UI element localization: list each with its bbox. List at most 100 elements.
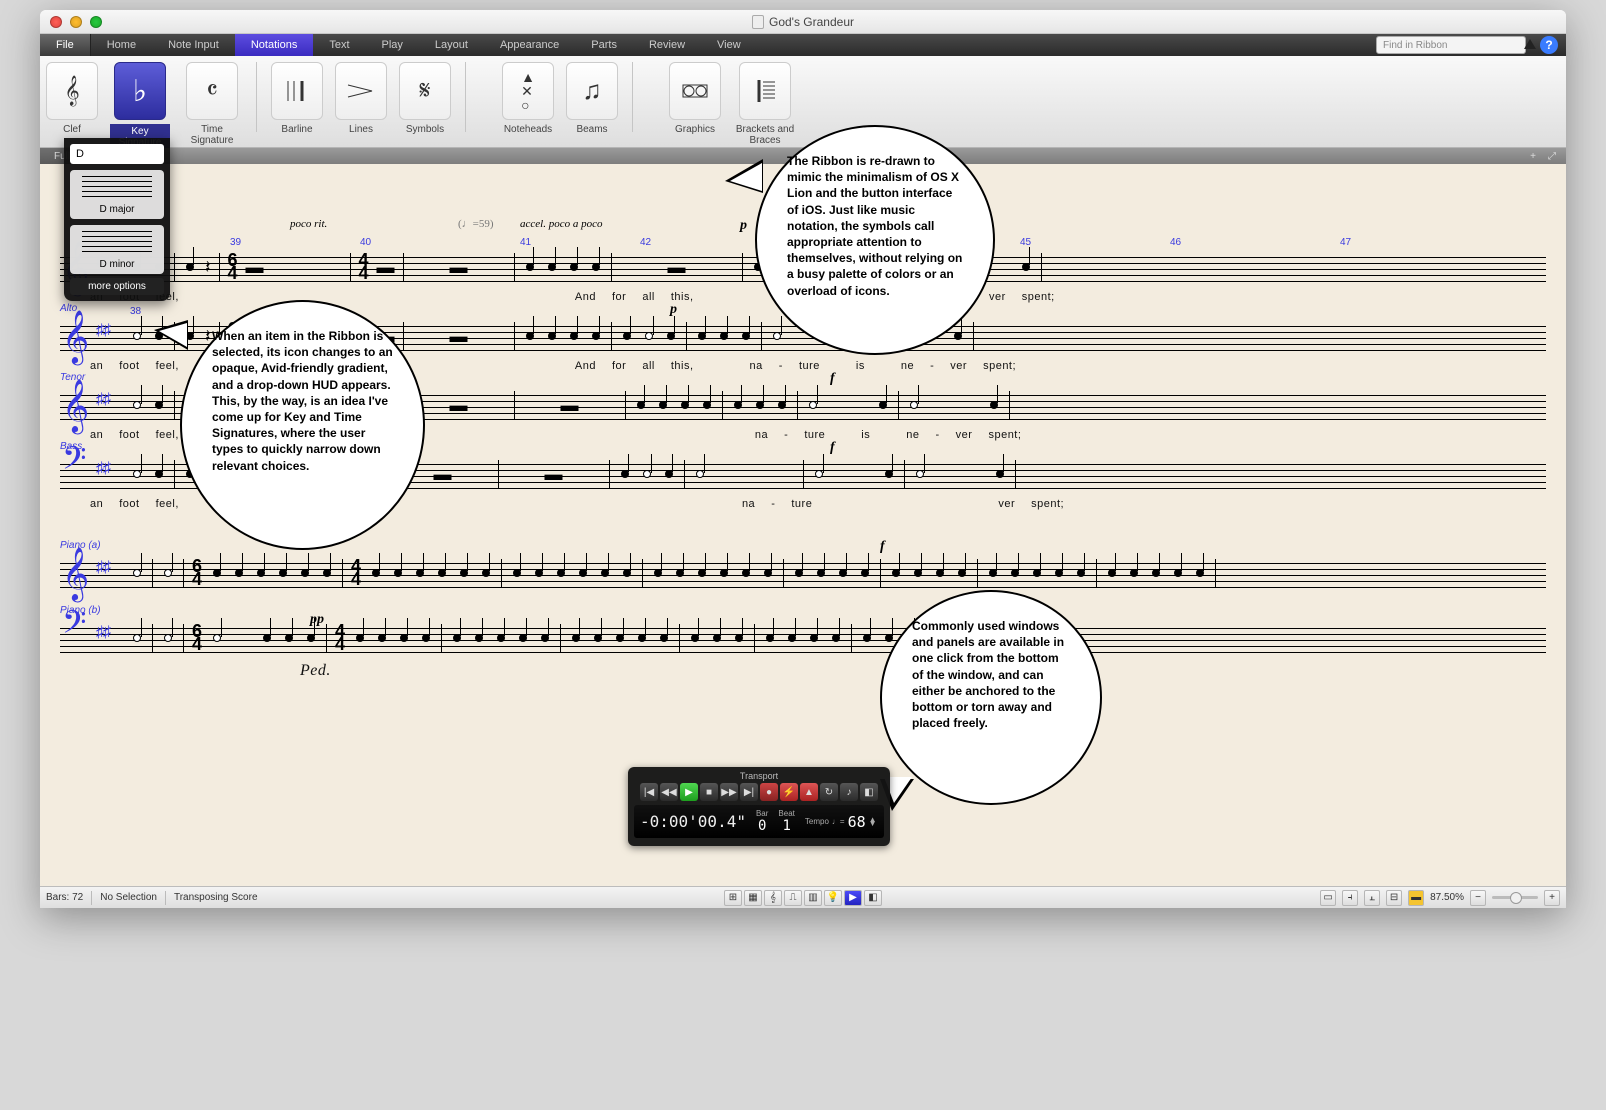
brackets-group: Brackets and Braces	[727, 62, 803, 146]
close-button[interactable]	[50, 16, 62, 28]
separator	[256, 62, 257, 132]
separator	[632, 62, 633, 132]
document-icon	[752, 15, 764, 29]
ribbon-tabs: File Home Note Input Notations Text Play…	[40, 34, 1566, 56]
treble-clef-icon: 𝄞	[62, 314, 89, 360]
expression-poco-rit: poco rit.	[290, 218, 327, 230]
symbols-button[interactable]: 𝄋	[399, 62, 451, 120]
staff-piano-a-treble[interactable]: 𝄞♯♯ f 64 44	[60, 553, 1546, 593]
key-option-d-major[interactable]: D major	[70, 170, 164, 219]
beams-button[interactable]: ♫	[566, 62, 618, 120]
tempo-stepper[interactable]: ▲▼	[869, 818, 877, 826]
tab-view[interactable]: View	[701, 34, 757, 56]
options-button[interactable]: ◧	[860, 783, 878, 801]
tab-home[interactable]: Home	[91, 34, 152, 56]
annotation-bubble-hud: When an item in the Ribbon is selected, …	[180, 300, 425, 550]
navigator-panel-button[interactable]: ▦	[744, 890, 762, 906]
minimize-button[interactable]	[70, 16, 82, 28]
view-single-button[interactable]: ▭	[1320, 890, 1336, 906]
status-transposing: Transposing Score	[174, 892, 258, 903]
symbols-group: 𝄋 Symbols	[393, 62, 457, 135]
status-bar: Bars: 72 No Selection Transposing Score …	[40, 886, 1566, 908]
panel-buttons: ⊞ ▦ 𝄞 ⎍ ▥ 💡 ▶ ◧	[724, 890, 882, 906]
fretboard-panel-button[interactable]: 𝄞	[764, 890, 782, 906]
clef-button[interactable]: 𝄞	[46, 62, 98, 120]
more-options-button[interactable]: more options	[70, 278, 164, 295]
view-panorama-button[interactable]: ⊟	[1386, 890, 1402, 906]
barline-icon	[284, 78, 310, 104]
view-focus-button[interactable]: ▬	[1408, 890, 1424, 906]
collapse-ribbon-icon[interactable]	[1524, 39, 1536, 49]
tab-review[interactable]: Review	[633, 34, 701, 56]
status-bars: Bars: 72	[46, 892, 83, 903]
lines-button[interactable]	[335, 62, 387, 120]
cut-time-icon: 𝄴	[206, 76, 218, 107]
staff-piano-b-bass[interactable]: 𝄢♯♯ 64 44	[60, 618, 1546, 658]
bass-clef-icon: 𝄢	[62, 444, 86, 482]
tab-notations[interactable]: Notations	[235, 34, 313, 56]
tab-appearance[interactable]: Appearance	[484, 34, 575, 56]
rewind-button[interactable]: ◀◀	[660, 783, 678, 801]
play-button[interactable]: ▶	[680, 783, 698, 801]
expression-accel: accel. poco a poco	[520, 218, 602, 230]
tab-play[interactable]: Play	[366, 34, 419, 56]
window-title: God's Grandeur	[752, 15, 854, 29]
record-button[interactable]: ●	[760, 783, 778, 801]
tab-text[interactable]: Text	[313, 34, 365, 56]
brackets-button[interactable]	[739, 62, 791, 120]
key-filter-input[interactable]	[70, 144, 164, 164]
treble-clef-icon: 𝄞	[64, 76, 79, 107]
key-signature-hud[interactable]: D major D minor more options	[64, 138, 170, 301]
expand-tabs-button[interactable]: ⤢	[1548, 151, 1556, 162]
graphics-icon	[682, 81, 708, 101]
zoom-in-button[interactable]: +	[1544, 890, 1560, 906]
view-pages-button[interactable]: ⫠	[1364, 890, 1380, 906]
tab-parts[interactable]: Parts	[575, 34, 633, 56]
graphics-button[interactable]	[669, 62, 721, 120]
ribbon: 𝄞 Clef ♭ Key Signature 𝄴 Time Signature …	[40, 56, 1566, 148]
barline-button[interactable]	[271, 62, 323, 120]
key-signature-button[interactable]: ♭	[114, 62, 166, 120]
graphics-group: Graphics	[663, 62, 727, 135]
noteheads-button[interactable]: ▲✕○	[502, 62, 554, 120]
time-sig-group: 𝄴 Time Signature	[176, 62, 248, 146]
key-option-d-minor[interactable]: D minor	[70, 225, 164, 274]
stop-button[interactable]: ■	[700, 783, 718, 801]
loop-button[interactable]: ↻	[820, 783, 838, 801]
metronome-button[interactable]: ▲	[800, 783, 818, 801]
beam-icon: ♫	[582, 76, 602, 106]
zoom-slider[interactable]	[1492, 896, 1538, 899]
go-to-end-button[interactable]: ▶|	[740, 783, 758, 801]
view-spread-button[interactable]: ⫞	[1342, 890, 1358, 906]
click-button[interactable]: ♪	[840, 783, 858, 801]
mixer-panel-button[interactable]: ⎍	[784, 890, 802, 906]
fast-forward-button[interactable]: ▶▶	[720, 783, 738, 801]
tab-file[interactable]: File	[40, 34, 91, 56]
key-sig-group: ♭ Key Signature	[104, 62, 176, 150]
find-in-ribbon[interactable]: Find in Ribbon	[1376, 36, 1526, 54]
go-to-start-button[interactable]: |◀	[640, 783, 658, 801]
help-button[interactable]: ?	[1540, 36, 1558, 54]
video-panel-button[interactable]: ◧	[864, 890, 882, 906]
zoom-out-button[interactable]: −	[1470, 890, 1486, 906]
lines-group: Lines	[329, 62, 393, 135]
add-tab-button[interactable]: +	[1530, 151, 1536, 162]
transport-panel[interactable]: Transport |◀ ◀◀ ▶ ■ ▶▶ ▶| ● ⚡ ▲ ↻ ♪ ◧ -0…	[628, 767, 890, 846]
tab-layout[interactable]: Layout	[419, 34, 484, 56]
keypad-panel-button[interactable]: ⊞	[724, 890, 742, 906]
live-tempo-button[interactable]: ⚡	[780, 783, 798, 801]
tab-note-input[interactable]: Note Input	[152, 34, 235, 56]
zoom-level: 87.50%	[1430, 892, 1464, 903]
transport-panel-button[interactable]: ▶	[844, 890, 862, 906]
transport-display: -0:00'00.4" Bar0 Beat1 Tempo ♩=68▲▼	[634, 805, 884, 838]
beams-group: ♫ Beams	[560, 62, 624, 135]
ideas-panel-button[interactable]: 💡	[824, 890, 842, 906]
noteheads-group: ▲✕○ Noteheads	[496, 62, 560, 135]
keyboard-panel-button[interactable]: ▥	[804, 890, 822, 906]
titlebar[interactable]: God's Grandeur	[40, 10, 1566, 34]
dynamic-p: p	[740, 218, 747, 234]
time-signature-button[interactable]: 𝄴	[186, 62, 238, 120]
zoom-button[interactable]	[90, 16, 102, 28]
annotation-bubble-ribbon: The Ribbon is re-drawn to mimic the mini…	[755, 125, 995, 355]
pedal-mark: Ped.	[300, 662, 331, 680]
